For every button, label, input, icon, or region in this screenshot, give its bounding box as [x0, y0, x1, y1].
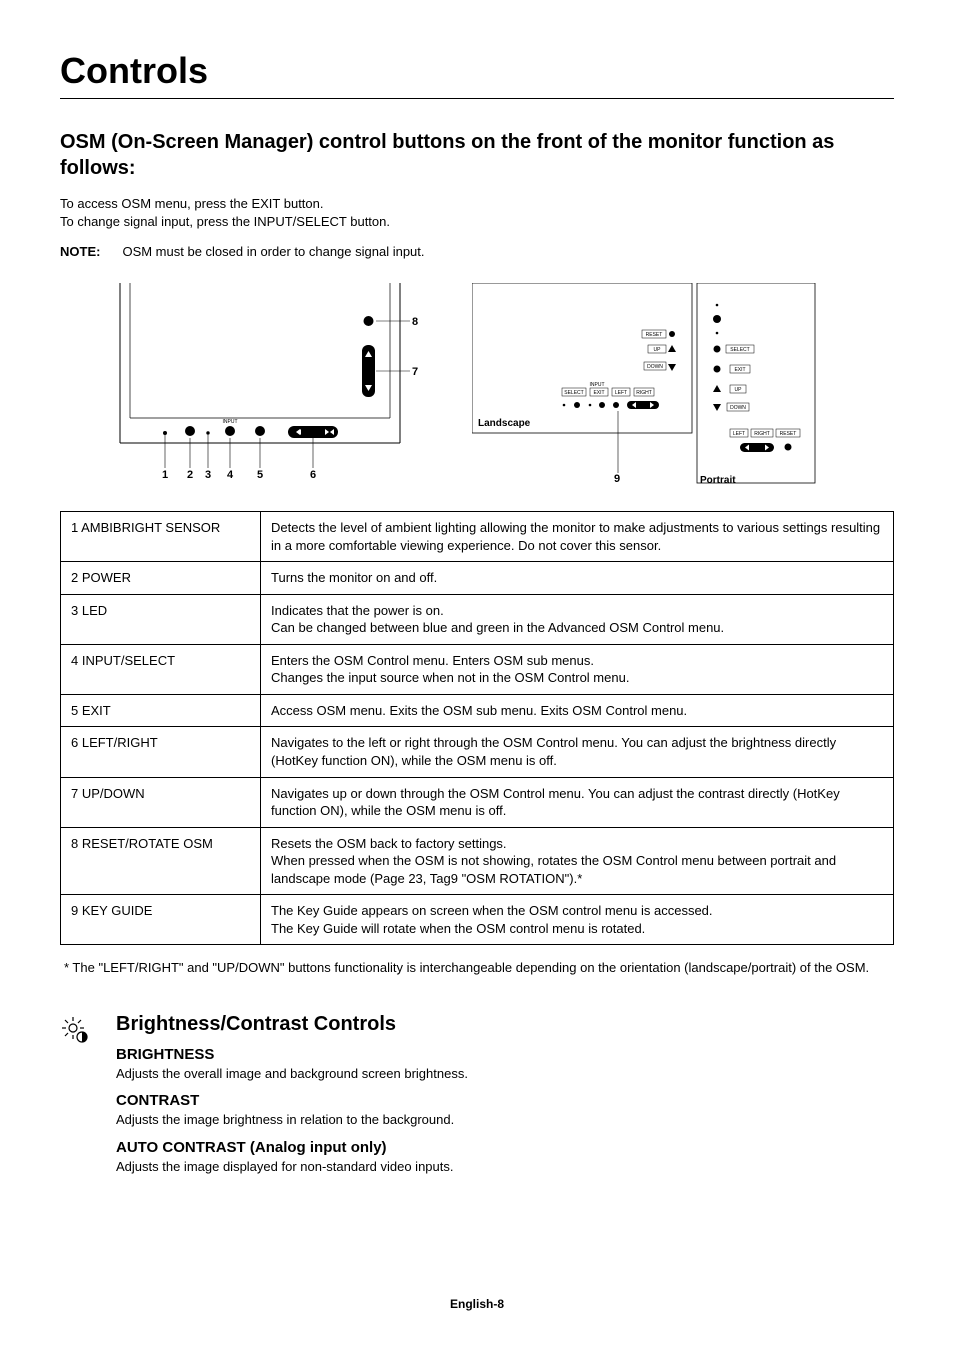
diagram-num-5: 5: [257, 469, 263, 481]
brightness-contrast-section: Brightness/Contrast Controls BRIGHTNESS …: [60, 1013, 894, 1176]
portrait-label: Portrait: [700, 475, 736, 486]
table-row: 7 UP/DOWNNavigates up or down through th…: [61, 777, 894, 827]
table-row: 4 INPUT/SELECTEnters the OSM Control men…: [61, 644, 894, 694]
diagram-landscape: INPUT 1 2: [100, 283, 436, 483]
control-label: 2 POWER: [61, 562, 261, 595]
control-desc: Access OSM menu. Exits the OSM sub menu.…: [261, 694, 894, 727]
control-label: 6 LEFT/RIGHT: [61, 727, 261, 777]
auto-contrast-title: AUTO CONTRAST (Analog input only): [116, 1139, 468, 1156]
diagram-num-8: 8: [412, 316, 418, 328]
diagram-num-1: 1: [162, 469, 168, 481]
diagrams-container: INPUT 1 2: [100, 283, 894, 493]
diagram-num-9: 9: [614, 473, 620, 485]
svg-text:INPUT: INPUT: [223, 419, 238, 425]
diagram-num-6: 6: [310, 469, 316, 481]
control-label: 1 AMBIBRIGHT SENSOR: [61, 512, 261, 562]
control-desc: The Key Guide appears on screen when the…: [261, 895, 894, 945]
diagram-num-2: 2: [187, 469, 193, 481]
brightness-title: BRIGHTNESS: [116, 1046, 468, 1063]
svg-text:DOWN: DOWN: [730, 405, 746, 411]
brightness-icon: [60, 1015, 90, 1045]
control-desc: Enters the OSM Control menu. Enters OSM …: [261, 644, 894, 694]
svg-text:EXIT: EXIT: [593, 390, 604, 396]
contrast-text: Adjusts the image brightness in relation…: [116, 1111, 468, 1129]
auto-contrast-text: Adjusts the image displayed for non-stan…: [116, 1158, 468, 1176]
control-label: 7 UP/DOWN: [61, 777, 261, 827]
note-row: NOTE: OSM must be closed in order to cha…: [60, 244, 894, 259]
table-row: 5 EXITAccess OSM menu. Exits the OSM sub…: [61, 694, 894, 727]
section-heading: OSM (On-Screen Manager) control buttons …: [60, 129, 894, 181]
control-label: 4 INPUT/SELECT: [61, 644, 261, 694]
control-desc: Navigates up or down through the OSM Con…: [261, 777, 894, 827]
svg-text:RESET: RESET: [780, 431, 797, 437]
control-label: 3 LED: [61, 594, 261, 644]
svg-text:DOWN: DOWN: [647, 364, 663, 370]
diagram-num-4: 4: [227, 469, 233, 481]
intro-line-1: To access OSM menu, press the EXIT butto…: [60, 195, 894, 213]
svg-text:SELECT: SELECT: [730, 347, 749, 353]
control-label: 5 EXIT: [61, 694, 261, 727]
diagram-keyguide-svg: RESET UP DOWN INPUT SELECT EXIT LEFT RIG…: [472, 283, 852, 493]
control-label: 9 KEY GUIDE: [61, 895, 261, 945]
table-row: 2 POWERTurns the monitor on and off.: [61, 562, 894, 595]
svg-text:UP: UP: [735, 387, 743, 393]
kg-reset: RESET: [646, 332, 663, 338]
control-label: 8 RESET/ROTATE OSM: [61, 827, 261, 895]
diagram-num-7: 7: [412, 366, 418, 378]
table-row: 1 AMBIBRIGHT SENSORDetects the level of …: [61, 512, 894, 562]
control-desc: Turns the monitor on and off.: [261, 562, 894, 595]
svg-text:LEFT: LEFT: [615, 390, 627, 396]
table-row: 6 LEFT/RIGHTNavigates to the left or rig…: [61, 727, 894, 777]
landscape-label: Landscape: [478, 418, 530, 429]
page-title: Controls: [60, 50, 894, 99]
contrast-title: CONTRAST: [116, 1092, 468, 1109]
svg-text:LEFT: LEFT: [733, 431, 745, 437]
control-desc: Resets the OSM back to factory settings.…: [261, 827, 894, 895]
footnote: * The "LEFT/RIGHT" and "UP/DOWN" buttons…: [60, 959, 894, 977]
note-text: OSM must be closed in order to change si…: [122, 244, 424, 259]
table-row: 9 KEY GUIDEThe Key Guide appears on scre…: [61, 895, 894, 945]
table-row: 3 LEDIndicates that the power is on.Can …: [61, 594, 894, 644]
svg-text:INPUT: INPUT: [590, 382, 605, 388]
diagram-landscape-svg: INPUT: [100, 283, 436, 483]
controls-table: 1 AMBIBRIGHT SENSORDetects the level of …: [60, 511, 894, 945]
intro-line-2: To change signal input, press the INPUT/…: [60, 213, 894, 231]
brightness-contrast-body: Brightness/Contrast Controls BRIGHTNESS …: [116, 1013, 468, 1176]
diagram-num-3: 3: [205, 469, 211, 481]
bc-heading: Brightness/Contrast Controls: [116, 1013, 468, 1036]
brightness-text: Adjusts the overall image and background…: [116, 1065, 468, 1083]
diagram-keyguide: RESET UP DOWN INPUT SELECT EXIT LEFT RIG…: [472, 283, 852, 493]
svg-text:RIGHT: RIGHT: [636, 390, 652, 396]
page-footer: English-8: [0, 1297, 954, 1311]
table-row: 8 RESET/ROTATE OSMResets the OSM back to…: [61, 827, 894, 895]
svg-text:RIGHT: RIGHT: [754, 431, 770, 437]
control-desc: Navigates to the left or right through t…: [261, 727, 894, 777]
svg-text:UP: UP: [654, 347, 662, 353]
note-label: NOTE:: [60, 244, 100, 259]
svg-text:EXIT: EXIT: [734, 367, 745, 373]
control-desc: Detects the level of ambient lighting al…: [261, 512, 894, 562]
control-desc: Indicates that the power is on.Can be ch…: [261, 594, 894, 644]
svg-text:SELECT: SELECT: [564, 390, 583, 396]
